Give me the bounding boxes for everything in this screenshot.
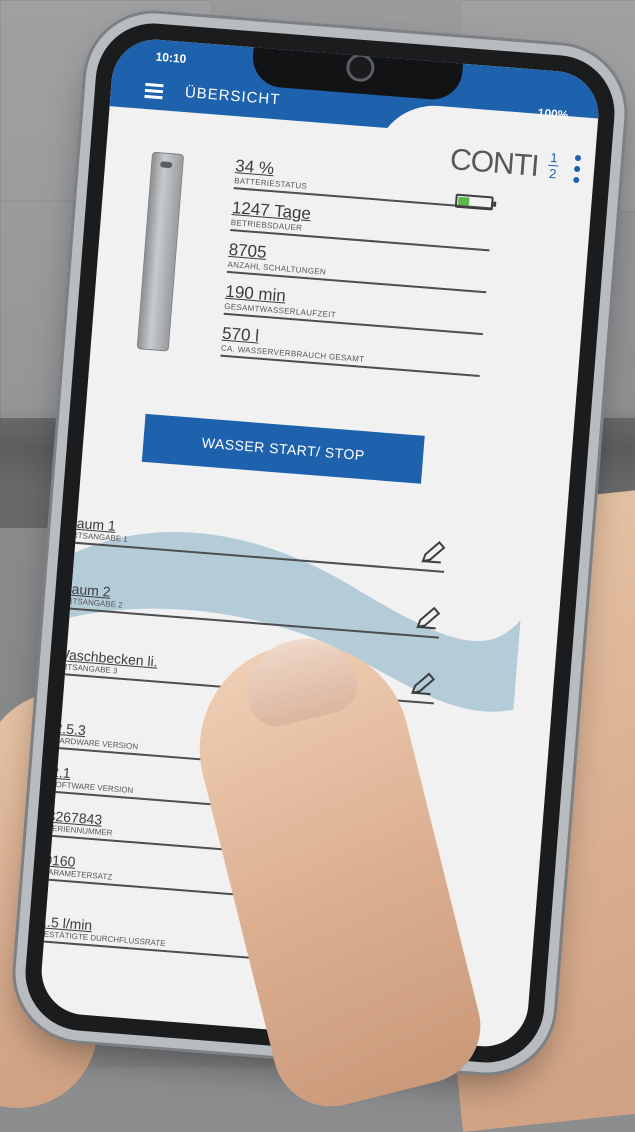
water-start-stop-button[interactable]: WASSER START/ STOP (141, 413, 425, 484)
battery-level-fill (457, 196, 470, 206)
hamburger-menu-icon[interactable] (144, 82, 164, 100)
device-image (136, 151, 185, 352)
status-battery: 100% (537, 105, 569, 123)
status-time: 10:10 (155, 49, 187, 66)
pencil-edit-icon[interactable] (413, 605, 441, 633)
camera-icon (345, 52, 376, 83)
logo-fraction: 1 2 (547, 149, 559, 182)
logo-fraction-top: 1 (549, 149, 559, 166)
battery-icon (454, 193, 494, 211)
pencil-edit-icon[interactable] (419, 539, 447, 567)
more-options-icon[interactable] (573, 154, 582, 188)
logo-fraction-bottom: 2 (548, 165, 557, 182)
pencil-edit-icon[interactable] (408, 670, 436, 698)
